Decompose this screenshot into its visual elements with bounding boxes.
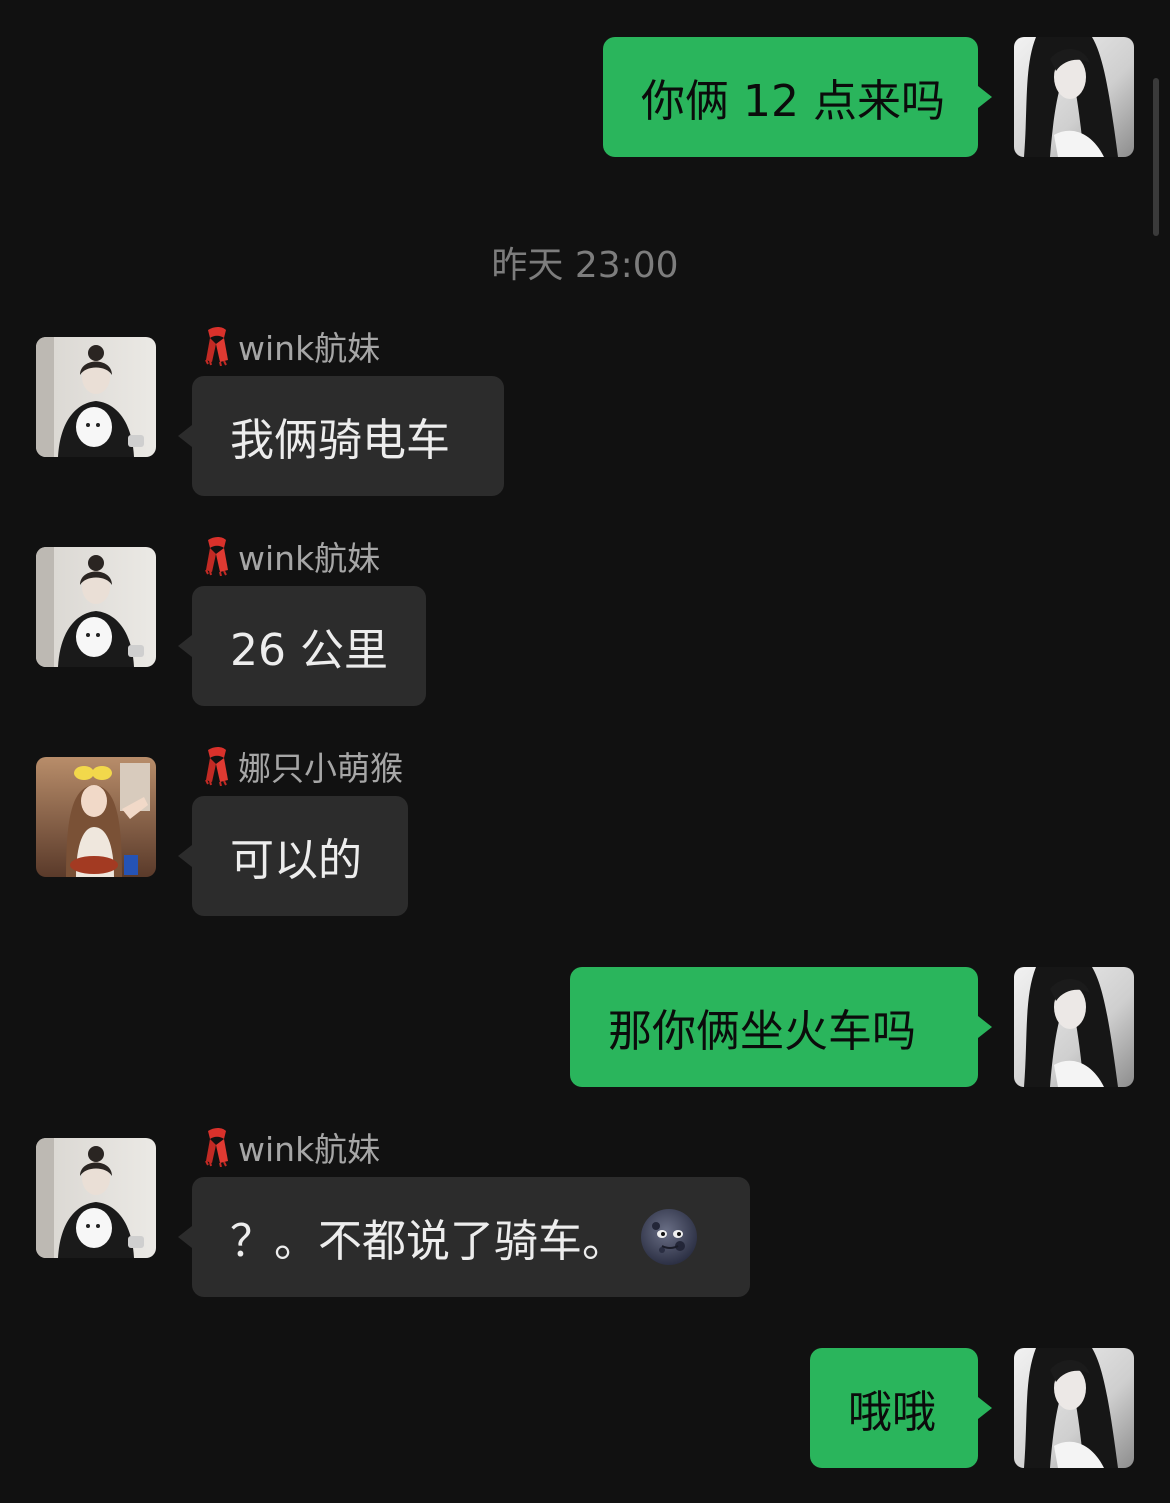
avatar-wink-image — [36, 547, 156, 667]
bubble-tail — [178, 425, 192, 447]
sender-name: wink航妹 — [200, 1127, 380, 1169]
scrollbar[interactable] — [1153, 78, 1159, 236]
message-text: 26 公里 — [230, 625, 388, 676]
bubble-tail — [178, 845, 192, 867]
avatar-nazhi-image — [36, 757, 156, 877]
message-bubble-incoming[interactable]: 可以的 — [192, 796, 408, 916]
sender-name: wink航妹 — [200, 326, 380, 368]
message-text: 可以的 — [230, 835, 362, 886]
sender-name-text: 娜只小萌猴 — [238, 749, 403, 788]
message-bubble-incoming[interactable]: 我俩骑电车 — [192, 376, 504, 496]
bubble-tail — [178, 1226, 192, 1248]
sender-name-text: wink航妹 — [238, 539, 381, 578]
scarf-icon — [200, 536, 234, 577]
bubble-tail — [978, 1397, 992, 1419]
avatar-self-image — [1014, 967, 1134, 1087]
avatar-self[interactable] — [1014, 1348, 1134, 1468]
avatar-wink[interactable] — [36, 1138, 156, 1258]
avatar-wink[interactable] — [36, 547, 156, 667]
message-text: ？。不都说了骑车。 — [230, 1216, 626, 1267]
sender-name: wink航妹 — [200, 536, 380, 578]
sender-name: 娜只小萌猴 — [200, 746, 403, 788]
sender-name-text: wink航妹 — [238, 1130, 381, 1169]
avatar-nazhi[interactable] — [36, 757, 156, 877]
timestamp: 昨天 23:00 — [491, 245, 679, 286]
scarf-icon — [200, 1127, 234, 1168]
message-text: 那你俩坐火车吗 — [608, 1006, 916, 1057]
sender-name-text: wink航妹 — [238, 329, 381, 368]
message-bubble-incoming[interactable]: ？。不都说了骑车。 — [192, 1177, 750, 1297]
scarf-icon — [200, 746, 234, 787]
message-text: 我俩骑电车 — [230, 415, 450, 466]
message-bubble-outgoing[interactable]: 那你俩坐火车吗 — [570, 967, 978, 1087]
bubble-tail — [178, 635, 192, 657]
bubble-tail — [978, 86, 992, 108]
message-bubble-outgoing[interactable]: 你俩 12 点来吗 — [603, 37, 978, 157]
message-text: 你俩 12 点来吗 — [641, 76, 945, 127]
chat-message-list[interactable]: 你俩 12 点来吗 昨天 23:00 wink航妹 我俩骑电车 wink航妹 2… — [0, 0, 1170, 1503]
message-bubble-incoming[interactable]: 26 公里 — [192, 586, 426, 706]
avatar-self[interactable] — [1014, 37, 1134, 157]
bubble-tail — [978, 1016, 992, 1038]
avatar-self-image — [1014, 37, 1134, 157]
avatar-wink-image — [36, 1138, 156, 1258]
avatar-self-image — [1014, 1348, 1134, 1468]
avatar-wink-image — [36, 337, 156, 457]
avatar-wink[interactable] — [36, 337, 156, 457]
avatar-self[interactable] — [1014, 967, 1134, 1087]
message-text: 哦哦 — [848, 1387, 936, 1438]
new-moon-face-icon — [640, 1208, 698, 1266]
scarf-icon — [200, 326, 234, 367]
message-bubble-outgoing[interactable]: 哦哦 — [810, 1348, 978, 1468]
